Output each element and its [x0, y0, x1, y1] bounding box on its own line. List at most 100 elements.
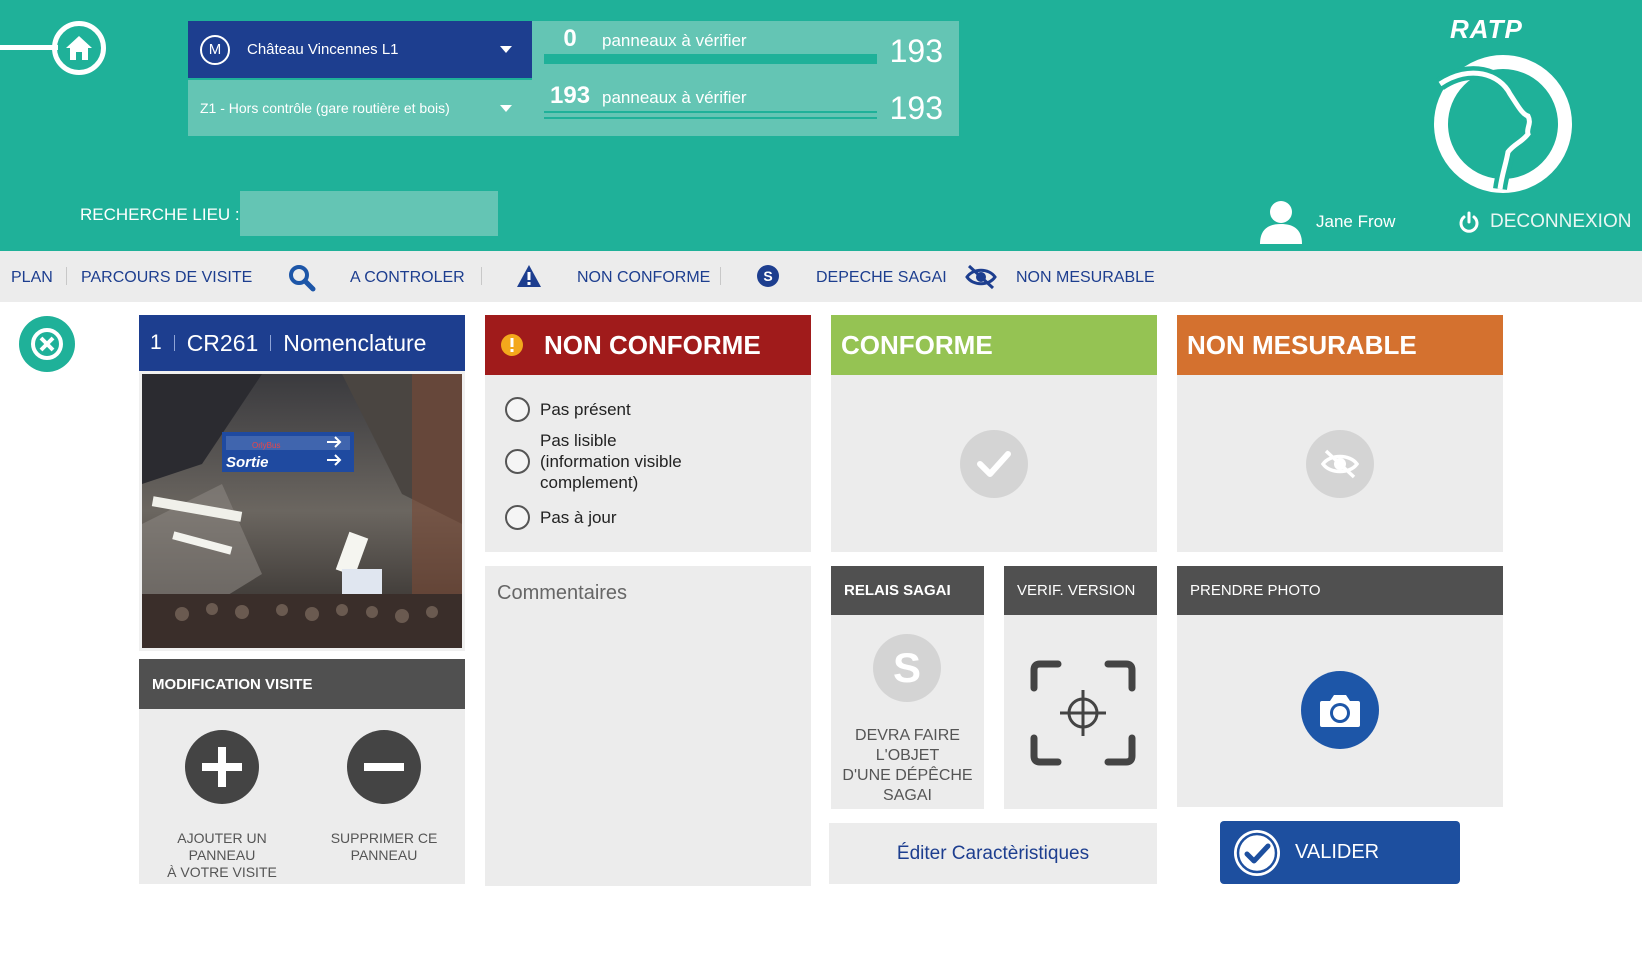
- nav-separator: [720, 267, 721, 285]
- user-info: Jane Frow: [1258, 200, 1395, 244]
- remove-panel-button[interactable]: [347, 730, 421, 804]
- take-photo-panel: [1177, 615, 1503, 807]
- ratp-logo-icon: [1434, 55, 1572, 193]
- check-circle-icon: [1234, 829, 1280, 876]
- nav-non-mesurable[interactable]: NON MESURABLE: [1016, 269, 1155, 287]
- camera-icon: [1320, 695, 1360, 727]
- eye-off-icon[interactable]: [965, 264, 997, 290]
- target-icon: [1030, 660, 1136, 766]
- comment-field[interactable]: [485, 566, 811, 886]
- counter-row-remaining: 193 panneaux à vérifier 193: [532, 78, 959, 135]
- logout-button[interactable]: DECONNEXION: [1458, 211, 1631, 233]
- zone-name: Z1 - Hors contrôle (gare routière et boi…: [200, 100, 450, 116]
- item-header: 1 CR261 Nomenclature: [139, 315, 465, 371]
- radio-button[interactable]: [505, 505, 530, 530]
- verif-version-panel[interactable]: [1004, 615, 1157, 809]
- validate-label: VALIDER: [1295, 841, 1380, 863]
- home-icon: [66, 36, 92, 60]
- non-mesurable-button[interactable]: [1306, 430, 1374, 498]
- sagai-icon[interactable]: S: [756, 264, 780, 288]
- zone-select[interactable]: Z1 - Hors contrôle (gare routière et boi…: [188, 80, 532, 136]
- counter-label: panneaux à vérifier: [602, 88, 747, 107]
- conforme-panel: [831, 375, 1157, 552]
- nav-separator: [66, 267, 67, 285]
- counter-row-checked: 0 panneaux à vérifier 193: [532, 21, 959, 78]
- user-icon: [1260, 201, 1302, 244]
- nav-depeche[interactable]: DEPECHE SAGAI: [816, 269, 947, 287]
- counter-label: panneaux à vérifier: [602, 31, 747, 50]
- counter-panel: 0 panneaux à vérifier 193 193 panneaux à…: [532, 21, 959, 136]
- separator: [270, 335, 272, 351]
- conforme-button[interactable]: [960, 430, 1028, 498]
- item-photo[interactable]: Sortie OrlyBus: [139, 371, 465, 651]
- remove-panel-label: SUPPRIMER CE PANNEAU: [330, 830, 438, 863]
- nav-a-controler[interactable]: A CONTROLER: [350, 269, 465, 287]
- counter-progress-bar: [544, 111, 877, 119]
- conforme-header[interactable]: CONFORME: [831, 315, 1157, 375]
- warning-icon[interactable]: [516, 264, 542, 288]
- header: M Château Vincennes L1 Z1 - Hors contrôl…: [0, 0, 1642, 251]
- logout-label: DECONNEXION: [1490, 211, 1632, 232]
- nav-bar: PLAN PARCOURS DE VISITE A CONTROLER NON …: [0, 251, 1642, 302]
- warning-circle-icon: [501, 334, 523, 356]
- nav-parcours[interactable]: PARCOURS DE VISITE: [81, 269, 252, 287]
- counter-total: 193: [889, 90, 943, 126]
- photo-sign-text: Sortie: [226, 454, 269, 471]
- photo-sign-sub: OrlyBus: [252, 441, 280, 450]
- non-mesurable-panel: [1177, 375, 1503, 552]
- logo-text: RATP: [1450, 14, 1523, 44]
- counter-count: 193: [550, 82, 591, 109]
- sagai-icon-letter: S: [892, 644, 921, 691]
- station-select[interactable]: M Château Vincennes L1: [188, 21, 532, 78]
- item-code: CR261: [186, 329, 259, 356]
- relais-sagai-panel: S DEVRA FAIRE L'OBJET D'UNE DÉPÊCHE SAGA…: [831, 615, 984, 809]
- search-icon[interactable]: [288, 264, 316, 292]
- search-input[interactable]: [240, 191, 498, 236]
- radio-button[interactable]: [505, 449, 530, 474]
- station-photo: Sortie OrlyBus: [142, 374, 462, 648]
- item-index: 1: [150, 331, 162, 354]
- non-mesurable-header[interactable]: NON MESURABLE: [1177, 315, 1503, 375]
- take-photo-header[interactable]: PRENDRE PHOTO: [1177, 566, 1503, 615]
- nav-non-conforme[interactable]: NON CONFORME: [577, 269, 710, 287]
- relais-sagai-header: RELAIS SAGAI: [831, 566, 984, 615]
- modification-header: MODIFICATION VISITE: [139, 659, 465, 709]
- radio-label: Pas présent: [540, 400, 631, 419]
- non-conforme-panel: Pas présent Pas lisible (information vis…: [485, 375, 811, 552]
- sagai-button[interactable]: S: [873, 634, 941, 702]
- non-conforme-header[interactable]: NON CONFORME: [485, 315, 811, 375]
- counter-progress-bar: [544, 54, 877, 64]
- station-name: Château Vincennes L1: [247, 41, 399, 58]
- radio-label: Pas lisible (information visible complem…: [540, 431, 682, 492]
- eye-off-icon: [1320, 449, 1360, 479]
- radio-button[interactable]: [505, 397, 530, 422]
- search-label: RECHERCHE LIEU :: [80, 205, 240, 224]
- photo-frame: Sortie OrlyBus: [142, 374, 462, 648]
- separator: [173, 335, 175, 351]
- add-panel-label: AJOUTER UN PANNEAU À VOTRE VISITE: [167, 830, 277, 880]
- app-page: M Château Vincennes L1 Z1 - Hors contrôl…: [0, 0, 1642, 960]
- camera-button[interactable]: [1301, 671, 1379, 749]
- plus-icon: [202, 747, 242, 787]
- item-name: Nomenclature: [283, 329, 427, 356]
- nav-separator: [481, 267, 482, 285]
- check-icon: [977, 451, 1011, 477]
- radio-pas-a-jour[interactable]: Pas à jour: [505, 505, 617, 530]
- edit-characteristics-button[interactable]: Éditer Caractèristiques: [829, 823, 1157, 884]
- home-button[interactable]: [52, 21, 106, 75]
- user-name: Jane Frow: [1316, 212, 1396, 231]
- radio-pas-present[interactable]: Pas présent: [505, 397, 631, 422]
- ratp-logo: RATP: [1410, 14, 1580, 194]
- validate-button[interactable]: VALIDER: [1220, 821, 1460, 884]
- power-icon: [1459, 211, 1479, 233]
- radio-pas-lisible[interactable]: Pas lisible (information visible complem…: [505, 430, 682, 493]
- nav-plan[interactable]: PLAN: [11, 269, 53, 287]
- radio-label: Pas à jour: [540, 508, 617, 527]
- chevron-down-icon: [500, 46, 512, 53]
- close-button[interactable]: [19, 316, 75, 372]
- counter-total: 193: [889, 33, 943, 69]
- verif-version-header: VERIF. VERSION: [1004, 566, 1157, 615]
- relais-text: DEVRA FAIRE L'OBJET D'UNE DÉPÊCHE SAGAI: [842, 727, 973, 804]
- add-panel-button[interactable]: [185, 730, 259, 804]
- metro-badge: M: [200, 34, 230, 65]
